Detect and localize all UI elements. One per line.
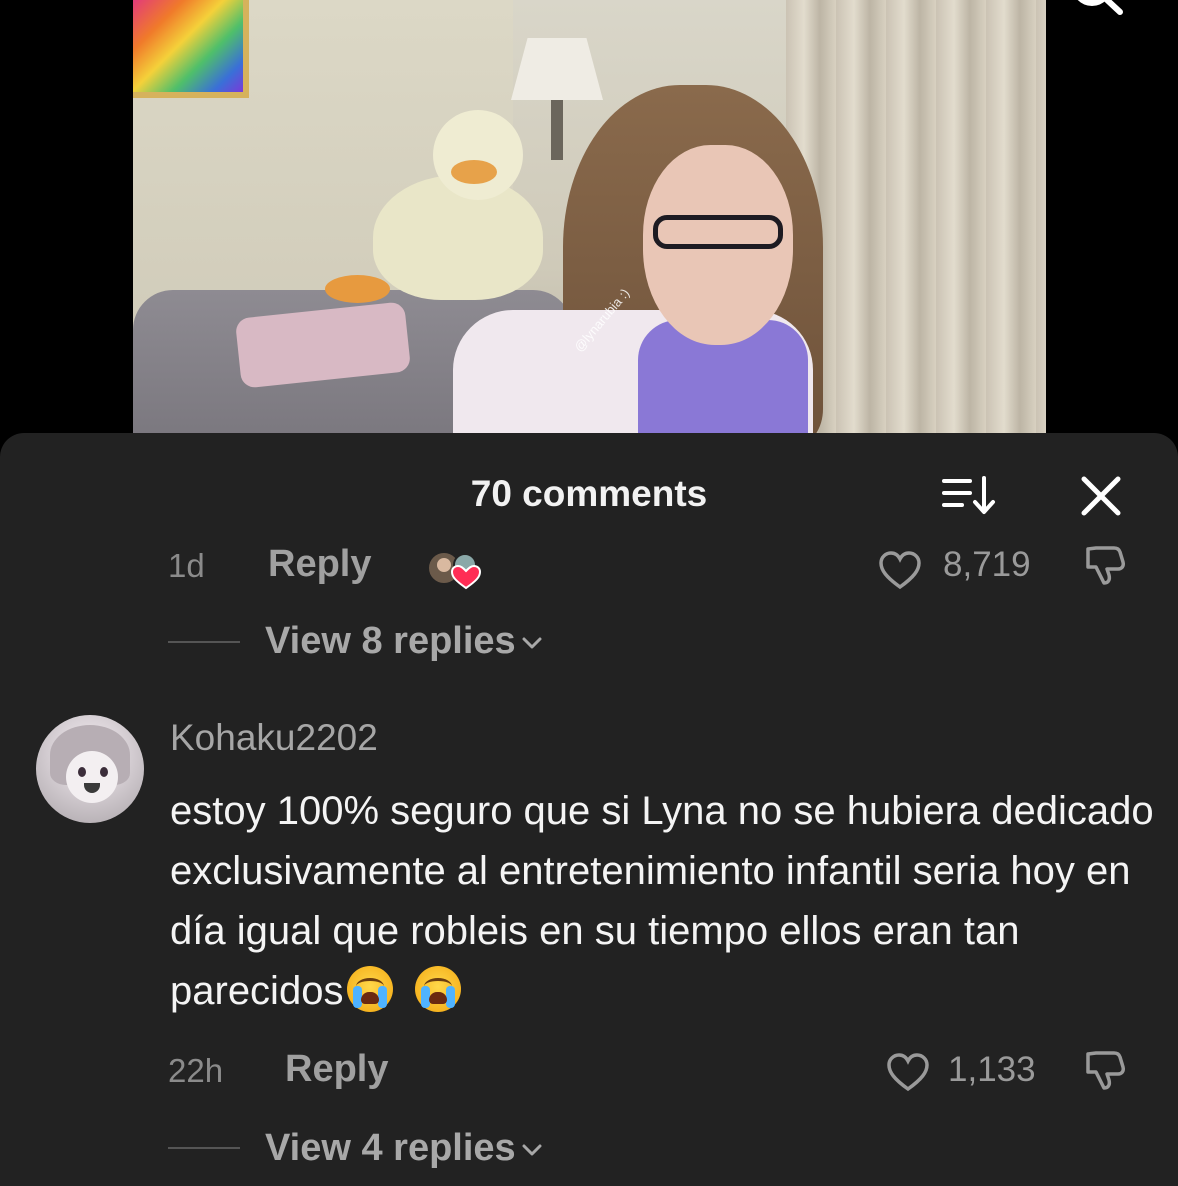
replies-divider-line xyxy=(168,641,240,643)
chevron-down-icon xyxy=(522,637,542,649)
video-painting xyxy=(133,0,249,98)
video-plush-duck-head xyxy=(433,110,523,200)
video-curtain xyxy=(786,0,1046,445)
comment-timestamp: 1d xyxy=(168,547,205,584)
creator-liked-avatar xyxy=(427,551,482,590)
search-icon[interactable] xyxy=(1066,0,1126,22)
comment-body: estoy 100% seguro que si Lyna no se hubi… xyxy=(170,789,1154,1013)
avatar[interactable] xyxy=(36,715,144,823)
view-replies-label: View 4 replies xyxy=(265,1127,516,1169)
heart-outline-icon[interactable] xyxy=(886,1053,930,1093)
video-lamp-base xyxy=(551,100,563,160)
comment-actions: 22h Reply 1,133 xyxy=(0,1048,1178,1100)
video-lamp xyxy=(511,38,603,100)
loudly-crying-face-emoji xyxy=(415,966,462,1012)
heart-outline-icon[interactable] xyxy=(878,551,922,591)
video-player[interactable]: @lynarubia :) xyxy=(0,0,1178,445)
chevron-down-icon xyxy=(522,1144,542,1156)
comment-timestamp: 22h xyxy=(168,1052,224,1089)
view-replies-button[interactable]: View 8 replies xyxy=(265,620,542,663)
loudly-crying-face-emoji xyxy=(347,966,394,1012)
comments-sheet: 70 comments 1d Reply 8,719 View 8 replie… xyxy=(0,433,1178,1186)
reply-button[interactable]: Reply xyxy=(285,1048,388,1091)
comment-username[interactable]: Kohaku2202 xyxy=(170,717,378,759)
thumbs-down-icon[interactable] xyxy=(1082,1050,1128,1094)
video-person-glasses xyxy=(653,215,783,249)
comments-count-title: 70 comments xyxy=(470,473,708,514)
replies-divider-line xyxy=(168,1147,240,1149)
video-plush-duck-beak xyxy=(451,160,497,184)
close-icon[interactable] xyxy=(1078,473,1124,519)
thumbs-down-icon[interactable] xyxy=(1082,545,1128,589)
like-count: 1,133 xyxy=(948,1050,1036,1089)
like-count: 8,719 xyxy=(943,545,1031,584)
comment-text: estoy 100% seguro que si Lyna no se hubi… xyxy=(170,781,1160,1021)
view-replies-label: View 8 replies xyxy=(265,620,516,662)
video-duck-foot xyxy=(325,275,390,303)
view-replies-button[interactable]: View 4 replies xyxy=(265,1127,542,1170)
reply-button[interactable]: Reply xyxy=(268,543,371,586)
video-frame: @lynarubia :) xyxy=(133,0,1046,445)
previous-comment-actions: 1d Reply 8,719 xyxy=(0,543,1178,595)
sort-icon[interactable] xyxy=(940,475,998,517)
comments-header: 70 comments xyxy=(0,433,1178,543)
